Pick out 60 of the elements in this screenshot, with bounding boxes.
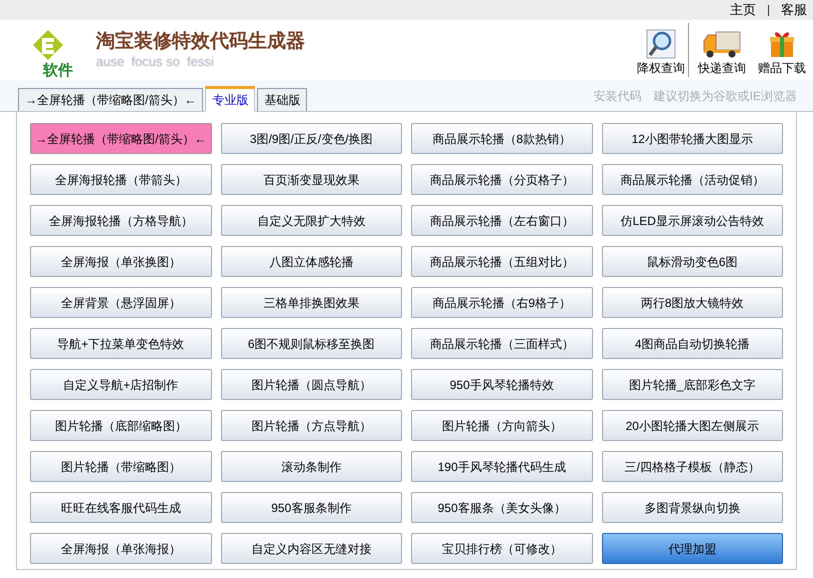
hint-text: 建议切换为谷歌或IE浏览器	[654, 88, 797, 104]
generator-button[interactable]: 代理加盟	[602, 533, 783, 564]
generator-button[interactable]: 导航+下拉菜单变色特效	[30, 328, 212, 359]
generator-button[interactable]: 商品展示轮播（8款热销）	[411, 123, 592, 154]
top-link[interactable]: 主页	[730, 0, 756, 20]
logo-text: 软件	[42, 63, 73, 78]
generator-button[interactable]: 商品展示轮播（三面样式）	[411, 328, 592, 359]
generator-button[interactable]: 八图立体感轮播	[220, 246, 402, 277]
generator-button[interactable]: 190手风琴轮播代码生成	[411, 451, 592, 482]
generator-button[interactable]: 图片轮播（底部缩略图）	[30, 410, 212, 441]
top-link[interactable]: 客服	[781, 0, 807, 20]
generator-button[interactable]: 图片轮播（圆点导航）	[220, 369, 402, 400]
toolbar-button[interactable]: 降权查询	[634, 23, 689, 77]
generator-button[interactable]: 商品展示轮播（五组对比）	[411, 246, 592, 277]
generator-button[interactable]: 4图商品自动切换轮播	[602, 328, 783, 359]
generator-button[interactable]: 商品展示轮播（活动促销）	[602, 164, 783, 195]
tab[interactable]: 基础版	[257, 88, 308, 111]
generator-button[interactable]: 全屏海报（单张换图）	[30, 246, 212, 277]
generator-button[interactable]: 宝贝排行榜（可修改）	[411, 533, 592, 564]
generator-button[interactable]: 两行8图放大镜特效	[602, 287, 783, 318]
generator-button[interactable]: 自定义无限扩大特效	[220, 205, 402, 236]
generator-button[interactable]: 滚动条制作	[220, 451, 402, 482]
generator-button[interactable]: 自定义导航+店招制作	[30, 369, 212, 400]
generator-button[interactable]: 多图背景纵向切换	[602, 492, 783, 523]
generator-button[interactable]: 三格单排换图效果	[220, 287, 402, 318]
generator-button[interactable]: 百页渐变显现效果	[220, 164, 402, 195]
generator-button[interactable]: 全屏海报轮播（带箭头）	[30, 164, 212, 195]
generator-button[interactable]: 950客服条制作	[220, 492, 402, 523]
generator-button[interactable]: 商品展示轮播（右9格子）	[411, 287, 592, 318]
generator-button[interactable]: 旺旺在线客服代码生成	[30, 492, 212, 523]
truck-icon	[702, 29, 742, 59]
app-subtitle: ause focus so fessi	[96, 54, 215, 70]
generator-button[interactable]: 6图不规则鼠标移至换图	[220, 328, 402, 359]
toolbar-button[interactable]: 快递查询	[695, 23, 749, 77]
app-title: 淘宝装修特效代码生成器	[96, 30, 305, 54]
generator-button[interactable]: 图片轮播（方点导航）	[220, 410, 402, 441]
generator-button[interactable]: 图片轮播（方向箭头）	[411, 410, 592, 441]
hint-text: 安装代码	[594, 88, 642, 104]
generator-button[interactable]: 鼠标滑动变色6图	[602, 246, 783, 277]
generator-button[interactable]: 图片轮播（带缩略图）	[30, 451, 212, 482]
generator-button[interactable]: 全屏海报（单张海报）	[30, 533, 212, 564]
generator-button[interactable]: 12小图带轮播大图显示	[602, 123, 783, 154]
generator-button[interactable]: 3图/9图/正反/变色/换图	[220, 123, 402, 154]
generator-button[interactable]: 商品展示轮播（左右窗口）	[411, 205, 592, 236]
toolbar-button[interactable]: 赠品下载	[755, 23, 809, 77]
tab[interactable]: 专业版	[205, 86, 256, 112]
generator-button[interactable]: 20小图轮播大图左侧展示	[602, 410, 783, 441]
tab[interactable]: →全屏轮播（带缩略图/箭头）←	[18, 88, 204, 111]
generator-button[interactable]: 三/四格格子模板（静态）	[602, 451, 783, 482]
generator-button[interactable]: 图片轮播_底部彩色文字	[602, 369, 783, 400]
logo-icon	[32, 29, 64, 63]
generator-button[interactable]: 全屏背景（悬浮固屏）	[30, 287, 212, 318]
generator-button[interactable]: 商品展示轮播（分页格子）	[411, 164, 592, 195]
generator-button[interactable]: 950手风琴轮播特效	[411, 369, 592, 400]
magnifier-icon	[646, 29, 676, 59]
generator-button[interactable]: 全屏海报轮播（方格导航）	[30, 205, 212, 236]
generator-button[interactable]: 950客服条（美女头像）	[411, 492, 592, 523]
generator-button[interactable]: 自定义内容区无缝对接	[220, 533, 402, 564]
generator-button[interactable]: 仿LED显示屏滚动公告特效	[602, 205, 783, 236]
generator-button[interactable]: →全屏轮播（带缩略图/箭头）←	[30, 123, 212, 154]
